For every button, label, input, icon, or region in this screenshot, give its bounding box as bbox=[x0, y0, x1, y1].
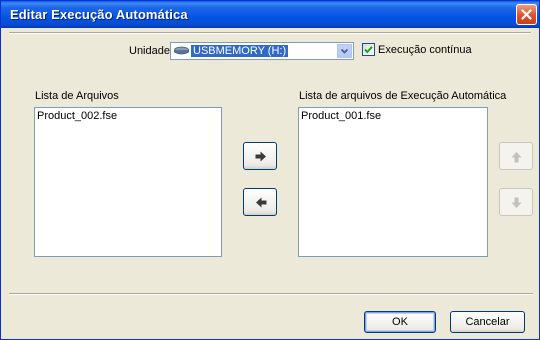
checkmark-icon bbox=[364, 46, 373, 54]
close-icon bbox=[521, 9, 532, 20]
arrow-down-icon bbox=[511, 197, 522, 208]
list-item[interactable]: Product_001.fse bbox=[301, 110, 381, 122]
cancel-button[interactable]: Cancelar bbox=[450, 311, 525, 333]
title-bar[interactable]: Editar Execução Automática bbox=[1, 1, 539, 28]
ok-button[interactable]: OK bbox=[364, 311, 436, 333]
add-file-button[interactable] bbox=[243, 142, 277, 170]
file-list[interactable]: Product_002.fse bbox=[34, 107, 222, 257]
file-list-label: Lista de Arquivos bbox=[35, 90, 119, 102]
drive-select[interactable]: USBMEMORY (H:) bbox=[170, 42, 354, 60]
close-button[interactable] bbox=[516, 4, 537, 25]
dialog-window: Editar Execução Automática Unidade USBME… bbox=[0, 0, 540, 340]
move-down-button[interactable] bbox=[499, 188, 533, 216]
autorun-list[interactable]: Product_001.fse bbox=[298, 107, 488, 257]
arrow-left-icon bbox=[256, 197, 267, 208]
list-item[interactable]: Product_002.fse bbox=[37, 110, 117, 122]
move-up-button[interactable] bbox=[499, 142, 533, 170]
drive-label: Unidade bbox=[129, 45, 170, 57]
continuous-label: Execução contínua bbox=[378, 44, 472, 56]
continuous-checkbox[interactable] bbox=[362, 43, 375, 56]
top-divider bbox=[9, 32, 531, 34]
drive-select-value: USBMEMORY (H:) bbox=[191, 45, 289, 57]
window-title: Editar Execução Automática bbox=[10, 7, 188, 22]
drive-dropdown-button[interactable] bbox=[337, 44, 352, 58]
arrow-up-icon bbox=[511, 152, 522, 163]
autorun-list-label: Lista de arquivos de Execução Automática bbox=[299, 90, 507, 102]
bottom-divider bbox=[9, 293, 533, 295]
remove-file-button[interactable] bbox=[243, 188, 277, 216]
drive-icon bbox=[174, 46, 189, 55]
arrow-right-icon bbox=[255, 151, 266, 162]
chevron-down-icon bbox=[340, 48, 349, 54]
